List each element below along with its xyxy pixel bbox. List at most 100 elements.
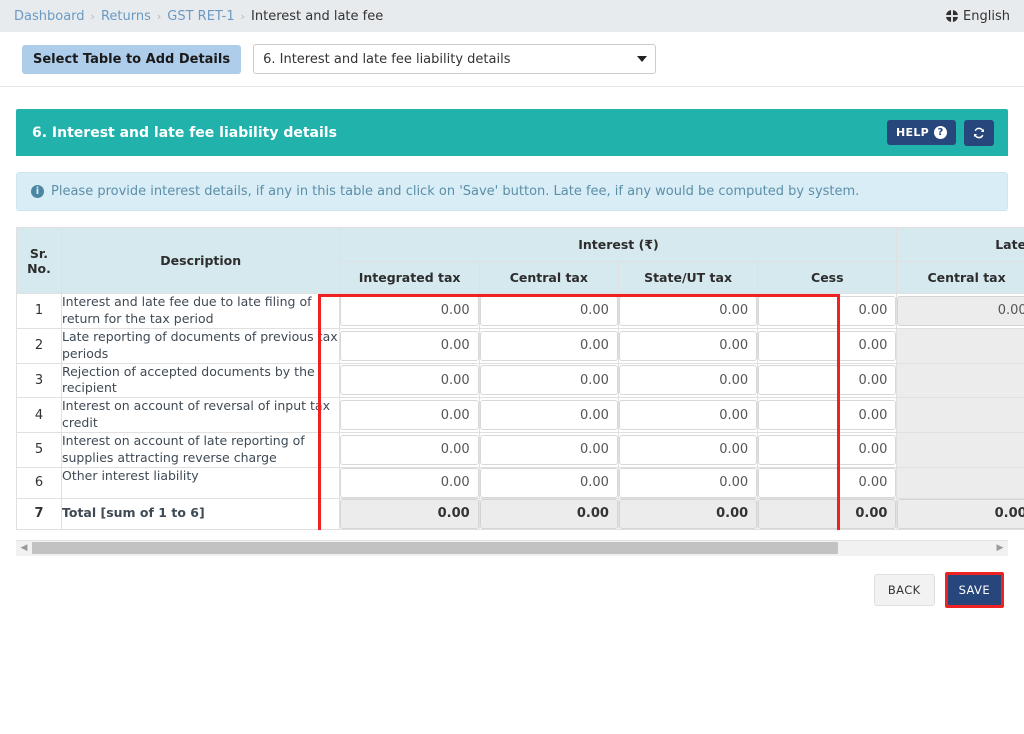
input-interest-integrated-tax[interactable] bbox=[340, 434, 479, 465]
cell-interest-state-ut-tax bbox=[617, 466, 759, 499]
total-row-description: Total [sum of 1 to 6] bbox=[60, 497, 341, 530]
row-description: Late reporting of documents of previous … bbox=[60, 327, 341, 364]
panel-actions: HELP ? bbox=[887, 119, 994, 146]
table-head: Sr. No. Description Interest (₹) Late fe… bbox=[16, 227, 1024, 294]
input-interest-cess[interactable] bbox=[758, 365, 897, 396]
row-sr-no: 1 bbox=[16, 293, 62, 329]
liability-table-container: Sr. No. Description Interest (₹) Late fe… bbox=[16, 227, 1024, 530]
input-interest-state-ut-tax[interactable] bbox=[618, 365, 758, 396]
column-header-interest-central-tax: Central tax bbox=[478, 261, 619, 294]
input-interest-state-ut-tax[interactable] bbox=[618, 467, 758, 498]
cell-total-interest-cess bbox=[757, 497, 898, 530]
table-row: 1 Interest and late fee due to late filin… bbox=[16, 293, 1024, 329]
cell-late-fee-central-tax bbox=[896, 432, 1024, 468]
cell-interest-integrated-tax bbox=[339, 397, 480, 433]
input-interest-central-tax[interactable] bbox=[479, 365, 618, 396]
breadcrumb-separator: › bbox=[90, 9, 95, 23]
footer-actions: BACK SAVE bbox=[0, 556, 1024, 608]
input-interest-integrated-tax[interactable] bbox=[340, 295, 479, 326]
breadcrumb-item-returns[interactable]: Returns bbox=[101, 9, 151, 24]
cell-late-fee-central-tax bbox=[896, 327, 1024, 364]
input-interest-state-ut-tax[interactable] bbox=[618, 295, 758, 326]
input-interest-cess[interactable] bbox=[758, 467, 897, 498]
row-description: Interest on account of reversal of input… bbox=[60, 397, 341, 433]
language-label: English bbox=[963, 8, 1010, 24]
back-button[interactable]: BACK bbox=[873, 573, 935, 606]
row-description: Interest and late fee due to late filing… bbox=[60, 293, 341, 329]
column-header-late-fee-central-tax: Central tax bbox=[896, 261, 1024, 294]
table-body: 1 Interest and late fee due to late filin… bbox=[16, 293, 1024, 530]
cell-interest-state-ut-tax bbox=[617, 397, 759, 433]
column-header-sr-no: Sr. No. bbox=[16, 227, 62, 294]
row-description: Other interest liability bbox=[60, 466, 341, 499]
scroll-right-arrow-icon[interactable]: ▶ bbox=[992, 540, 1008, 556]
cell-interest-central-tax bbox=[478, 362, 619, 399]
scroll-left-arrow-icon[interactable]: ◀ bbox=[16, 540, 32, 556]
cell-total-interest-central-tax bbox=[478, 497, 619, 530]
input-interest-cess[interactable] bbox=[758, 330, 897, 361]
input-interest-integrated-tax[interactable] bbox=[340, 467, 479, 498]
input-interest-cess[interactable] bbox=[758, 434, 897, 465]
input-interest-state-ut-tax[interactable] bbox=[618, 434, 758, 465]
input-total-interest-cess bbox=[758, 498, 897, 529]
refresh-button[interactable] bbox=[964, 119, 994, 146]
input-interest-state-ut-tax[interactable] bbox=[618, 400, 758, 431]
globe-icon bbox=[946, 10, 959, 22]
input-interest-central-tax[interactable] bbox=[479, 400, 618, 431]
column-group-header-late-fee: Late fee (₹) bbox=[896, 227, 1024, 262]
table-row: 6 Other interest liability bbox=[16, 466, 1024, 499]
cell-late-fee-central-tax bbox=[896, 293, 1024, 329]
breadcrumb-item-dashboard[interactable]: Dashboard bbox=[14, 9, 85, 24]
input-interest-central-tax[interactable] bbox=[479, 467, 618, 498]
column-header-interest-integrated-tax: Integrated tax bbox=[339, 261, 480, 294]
breadcrumb: Dashboard › Returns › GST RET-1 › Intere… bbox=[14, 9, 383, 24]
column-header-interest-cess: Cess bbox=[757, 261, 898, 294]
cell-interest-cess bbox=[757, 432, 898, 468]
cell-interest-state-ut-tax bbox=[617, 293, 759, 329]
cell-interest-cess bbox=[757, 293, 898, 329]
input-total-interest-central-tax bbox=[479, 498, 618, 529]
input-interest-integrated-tax[interactable] bbox=[340, 400, 479, 431]
cell-total-interest-integrated-tax bbox=[339, 497, 480, 530]
table-row: 4 Interest on account of reversal of inpu… bbox=[16, 397, 1024, 433]
input-interest-integrated-tax[interactable] bbox=[340, 330, 479, 361]
row-sr-no: 5 bbox=[16, 432, 62, 468]
cell-interest-central-tax bbox=[478, 432, 619, 468]
breadcrumb-item-current: Interest and late fee bbox=[251, 8, 384, 24]
language-selector[interactable]: English bbox=[946, 9, 1010, 24]
scrollbar-thumb[interactable] bbox=[32, 542, 839, 555]
input-interest-cess[interactable] bbox=[758, 400, 897, 431]
cell-interest-central-tax bbox=[478, 466, 619, 499]
cell-interest-state-ut-tax bbox=[617, 327, 759, 364]
cell-interest-state-ut-tax bbox=[617, 432, 759, 468]
input-interest-integrated-tax[interactable] bbox=[340, 365, 479, 396]
main-content: 6. Interest and late fee liability detai… bbox=[0, 109, 1024, 530]
scrollbar-track[interactable] bbox=[32, 541, 992, 555]
input-interest-cess[interactable] bbox=[758, 295, 897, 326]
interest-late-fee-table: Sr. No. Description Interest (₹) Late fe… bbox=[16, 227, 1024, 530]
select-table-dropdown[interactable]: 6. Interest and late fee liability detai… bbox=[253, 44, 657, 74]
cell-interest-integrated-tax bbox=[339, 327, 480, 364]
cell-interest-integrated-tax bbox=[339, 466, 480, 499]
save-button[interactable]: SAVE bbox=[944, 571, 1004, 608]
info-banner: i Please provide interest details, if an… bbox=[16, 172, 1008, 211]
breadcrumb-separator: › bbox=[156, 9, 162, 23]
cell-interest-cess bbox=[757, 327, 898, 364]
help-button-label: HELP bbox=[896, 126, 929, 139]
cell-interest-cess bbox=[757, 362, 898, 399]
cell-interest-central-tax bbox=[478, 293, 619, 329]
cell-late-fee-central-tax bbox=[896, 397, 1024, 433]
table-row: 2 Late reporting of documents of previous… bbox=[16, 327, 1024, 364]
input-late-fee-central-tax bbox=[897, 295, 1024, 326]
breadcrumb-item-gst-ret-1[interactable]: GST RET-1 bbox=[167, 9, 234, 24]
row-sr-no: 3 bbox=[16, 362, 62, 399]
table-header-row-group: Sr. No. Description Interest (₹) Late fe… bbox=[16, 227, 1024, 294]
help-button[interactable]: HELP ? bbox=[887, 120, 956, 145]
input-interest-central-tax[interactable] bbox=[479, 330, 618, 361]
info-banner-text: Please provide interest details, if any … bbox=[51, 184, 860, 199]
input-interest-central-tax[interactable] bbox=[479, 434, 618, 465]
horizontal-scrollbar[interactable]: ◀ ▶ bbox=[16, 539, 1008, 556]
cell-interest-state-ut-tax bbox=[617, 362, 759, 399]
input-interest-central-tax[interactable] bbox=[479, 295, 618, 326]
input-interest-state-ut-tax[interactable] bbox=[618, 330, 758, 361]
